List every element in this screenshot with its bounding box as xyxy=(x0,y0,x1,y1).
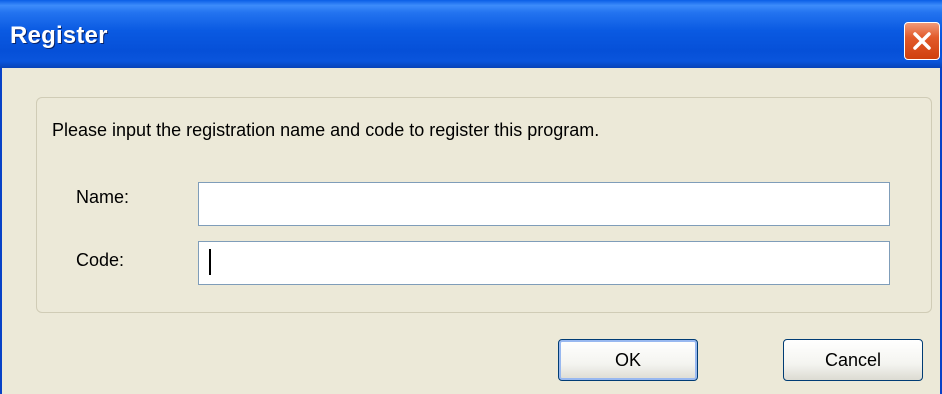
instruction-text: Please input the registration name and c… xyxy=(52,120,600,140)
close-button[interactable] xyxy=(904,22,940,60)
name-label: Name: xyxy=(76,187,130,207)
code-label: Code: xyxy=(76,250,125,270)
cancel-button[interactable]: Cancel xyxy=(783,339,923,381)
code-input[interactable] xyxy=(198,241,890,285)
ok-button[interactable]: OK xyxy=(558,339,698,381)
register-dialog: Register Please input the registration n… xyxy=(0,0,942,394)
title-bar[interactable]: Register xyxy=(0,0,942,68)
close-icon xyxy=(913,32,931,50)
window-title: Register xyxy=(10,22,108,49)
text-cursor xyxy=(209,249,211,275)
name-input[interactable] xyxy=(198,182,890,226)
